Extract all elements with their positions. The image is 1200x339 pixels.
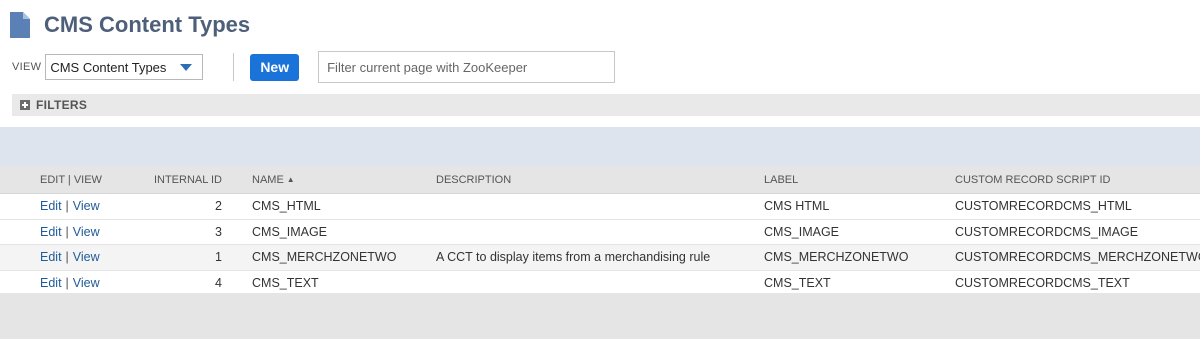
- view-link[interactable]: View: [73, 225, 100, 239]
- results-table: EDIT | VIEW INTERNAL ID NAME ▲ DESCRIPTI…: [0, 166, 1200, 296]
- view-select-value: CMS Content Types: [50, 59, 167, 75]
- view-select[interactable]: CMS Content Types: [45, 54, 204, 80]
- name-cell: CMS_MERCHZONETWO: [252, 250, 397, 265]
- internal-id-cell: 4: [215, 275, 222, 290]
- filters-label: FILTERS: [36, 98, 88, 112]
- label-cell: CMS_TEXT: [764, 275, 831, 290]
- name-cell: CMS_HTML: [252, 199, 321, 214]
- internal-id-cell: 2: [215, 199, 222, 214]
- internal-id-cell: 3: [215, 224, 222, 239]
- view-label: VIEW: [12, 61, 42, 73]
- description-cell: A CCT to display items from a merchandis…: [436, 250, 711, 265]
- table-row: Edit | View 3 CMS_IMAGE CMS_IMAGE CUSTOM…: [0, 220, 1200, 245]
- edit-view-links: Edit | View: [40, 194, 100, 219]
- edit-link[interactable]: Edit: [40, 225, 62, 239]
- view-link[interactable]: View: [73, 276, 100, 290]
- name-cell: CMS_IMAGE: [252, 224, 328, 239]
- table-row: Edit | View 1 CMS_MERCHZONETWO A CCT to …: [0, 245, 1200, 271]
- table-row: Edit | View 2 CMS_HTML CMS HTML CUSTOMRE…: [0, 194, 1200, 220]
- col-header-script-id[interactable]: CUSTOM RECORD SCRIPT ID: [955, 166, 1110, 193]
- link-divider: |: [65, 199, 69, 214]
- results-header-band: [0, 127, 1200, 166]
- script-id-cell: CUSTOMRECORDCMS_TEXT: [955, 275, 1130, 290]
- link-divider: |: [65, 275, 69, 290]
- table-header-row: EDIT | VIEW INTERNAL ID NAME ▲ DESCRIPTI…: [0, 166, 1200, 194]
- script-id-cell: CUSTOMRECORDCMS_MERCHZONETWO: [955, 250, 1200, 265]
- col-header-name[interactable]: NAME ▲: [252, 166, 295, 193]
- title-bar: CMS Content Types: [10, 8, 250, 42]
- edit-link[interactable]: Edit: [40, 276, 62, 290]
- sort-ascending-icon: ▲: [286, 175, 295, 184]
- new-button[interactable]: New: [250, 53, 300, 81]
- label-cell: CMS HTML: [764, 199, 830, 214]
- page-title: CMS Content Types: [44, 12, 251, 37]
- view-toolbar: VIEW CMS Content Types New: [12, 51, 616, 83]
- link-divider: |: [65, 224, 69, 239]
- script-id-cell: CUSTOMRECORDCMS_IMAGE: [955, 224, 1139, 239]
- col-header-name-label: NAME: [252, 173, 284, 186]
- document-icon: [10, 12, 30, 38]
- edit-view-links: Edit | View: [40, 245, 100, 270]
- col-header-edit-view: EDIT | VIEW: [40, 173, 102, 186]
- edit-view-links: Edit | View: [40, 220, 100, 245]
- zookeeper-filter-input[interactable]: [318, 51, 616, 83]
- label-cell: CMS_MERCHZONETWO: [764, 250, 909, 265]
- view-link[interactable]: View: [73, 250, 100, 264]
- col-header-label[interactable]: LABEL: [764, 166, 798, 193]
- edit-link[interactable]: Edit: [40, 250, 62, 264]
- chevron-down-icon: [180, 63, 193, 71]
- col-header-internal-id[interactable]: INTERNAL ID: [150, 166, 222, 193]
- expand-plus-icon[interactable]: [20, 100, 30, 110]
- view-link[interactable]: View: [73, 199, 100, 213]
- name-cell: CMS_TEXT: [252, 275, 319, 290]
- toolbar-divider: [233, 53, 235, 81]
- script-id-cell: CUSTOMRECORDCMS_HTML: [955, 199, 1132, 214]
- label-cell: CMS_IMAGE: [764, 224, 840, 239]
- edit-link[interactable]: Edit: [40, 199, 62, 213]
- results-footer-band: [0, 293, 1200, 339]
- col-header-description[interactable]: DESCRIPTION: [436, 166, 511, 193]
- filters-toggle[interactable]: FILTERS: [12, 94, 1200, 116]
- link-divider: |: [65, 250, 69, 265]
- internal-id-cell: 1: [215, 250, 222, 265]
- edit-view-links: Edit | View: [40, 271, 100, 296]
